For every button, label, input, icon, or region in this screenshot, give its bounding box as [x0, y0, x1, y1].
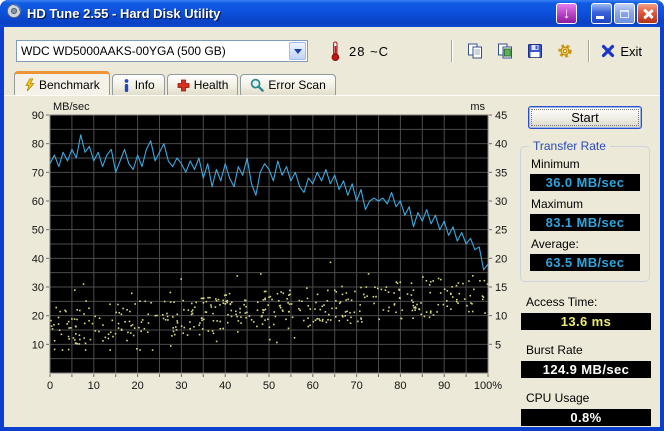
down-arrow-icon: ↓ [562, 5, 571, 22]
copy-icon [468, 43, 483, 59]
temperature-value: 28 ~C [349, 43, 390, 59]
results-panel: Start Transfer Rate Minimum 36.0 MB/sec … [516, 99, 654, 426]
maximum-label: Maximum [531, 197, 584, 211]
tab-info[interactable]: Info [111, 74, 165, 95]
svg-text:90: 90 [32, 110, 44, 122]
cpu-usage-label: CPU Usage [526, 391, 590, 405]
svg-text:0: 0 [47, 380, 53, 392]
svg-text:80: 80 [394, 380, 406, 392]
chevron-down-icon [293, 48, 302, 54]
svg-text:50: 50 [32, 225, 44, 237]
svg-text:90: 90 [438, 380, 450, 392]
save-button[interactable] [523, 39, 547, 63]
svg-text:20: 20 [495, 253, 507, 265]
toolbar-separator [588, 40, 590, 62]
svg-text:70: 70 [32, 167, 44, 179]
svg-text:60: 60 [307, 380, 319, 392]
toolbar: WDC WD5000AAKS-00YGA (500 GB) 28 ~C Exit [4, 27, 660, 69]
svg-text:40: 40 [495, 139, 507, 151]
minimize-icon [596, 16, 604, 19]
tab-health-label: Health [193, 78, 229, 92]
options-gear-icon [558, 44, 573, 58]
svg-text:10: 10 [88, 380, 100, 392]
svg-text:30: 30 [32, 282, 44, 294]
svg-text:20: 20 [32, 311, 44, 323]
svg-text:25: 25 [495, 225, 507, 237]
exit-button[interactable]: Exit [601, 44, 642, 59]
svg-text:10: 10 [32, 339, 44, 351]
download-arrow-button[interactable]: ↓ [556, 3, 577, 24]
tab-error-scan[interactable]: Error Scan [240, 74, 336, 95]
start-button[interactable]: Start [528, 106, 642, 129]
average-value: 63.5 MB/sec [530, 254, 640, 271]
options-button[interactable] [553, 39, 577, 63]
access-time-value: 13.6 ms [521, 313, 651, 330]
exit-label: Exit [620, 43, 642, 59]
maximize-icon [620, 9, 629, 18]
svg-text:100%: 100% [474, 380, 502, 392]
thermometer-icon [331, 41, 340, 61]
titlebar[interactable]: HD Tune 2.55 - Hard Disk Utility ↓ [0, 0, 664, 27]
maximum-value: 83.1 MB/sec [530, 214, 640, 231]
svg-text:45: 45 [495, 110, 507, 122]
svg-text:20: 20 [131, 380, 143, 392]
transfer-rate-group-title: Transfer Rate [529, 139, 610, 153]
svg-text:10: 10 [495, 311, 507, 323]
svg-text:ms: ms [470, 101, 485, 113]
svg-text:40: 40 [219, 380, 231, 392]
svg-text:30: 30 [175, 380, 187, 392]
benchmark-page: MB/sec ms 10 20 30 40 50 60 70 80 90 5 10 15 20 25 30 35 4… [4, 95, 660, 426]
tab-error-scan-label: Error Scan [268, 78, 326, 92]
access-time-label: Access Time: [526, 295, 598, 309]
toolbar-separator [451, 40, 453, 62]
drive-select[interactable]: WDC WD5000AAKS-00YGA (500 GB) [16, 40, 308, 62]
svg-text:30: 30 [495, 196, 507, 208]
drive-select-value: WDC WD5000AAKS-00YGA (500 GB) [21, 44, 226, 58]
health-cross-icon [177, 79, 190, 92]
combo-dropdown-button[interactable] [289, 42, 306, 60]
cpu-usage-value: 0.8% [521, 409, 651, 426]
minimum-value: 36.0 MB/sec [530, 174, 640, 191]
tab-health[interactable]: Health [166, 74, 239, 95]
copy-screenshot-icon [498, 43, 513, 59]
average-label: Average: [531, 237, 579, 251]
close-button[interactable] [637, 3, 658, 24]
tab-benchmark-label: Benchmark [39, 77, 100, 92]
app-icon [6, 3, 22, 24]
maximize-button[interactable] [614, 3, 635, 24]
close-icon [642, 8, 654, 20]
window-title: HD Tune 2.55 - Hard Disk Utility [27, 6, 221, 21]
minimum-label: Minimum [531, 157, 580, 171]
tab-info-label: Info [134, 78, 155, 92]
info-icon [122, 78, 131, 92]
benchmark-chart: MB/sec ms 10 20 30 40 50 60 70 80 90 5 10 15 20 25 30 35 4… [10, 99, 512, 426]
svg-text:15: 15 [495, 282, 507, 294]
svg-text:70: 70 [350, 380, 362, 392]
svg-text:80: 80 [32, 139, 44, 151]
svg-text:50: 50 [263, 380, 275, 392]
copy-button[interactable] [463, 39, 487, 63]
svg-text:5: 5 [495, 339, 501, 351]
svg-text:60: 60 [32, 196, 44, 208]
tab-strip: Benchmark Info Health Error Scan [4, 69, 660, 95]
save-icon [528, 44, 543, 58]
svg-text:40: 40 [32, 253, 44, 265]
svg-text:MB/sec: MB/sec [53, 101, 90, 113]
app-window: HD Tune 2.55 - Hard Disk Utility ↓ WDC W… [0, 0, 664, 431]
tab-benchmark[interactable]: Benchmark [14, 71, 110, 95]
svg-text:35: 35 [495, 167, 507, 179]
burst-rate-label: Burst Rate [526, 343, 583, 357]
error-scan-magnifier-icon [250, 78, 265, 92]
temperature-indicator: 28 ~C [330, 41, 389, 61]
window-body: WDC WD5000AAKS-00YGA (500 GB) 28 ~C Exit… [4, 27, 660, 427]
burst-rate-value: 124.9 MB/sec [521, 361, 651, 378]
minimize-button[interactable] [591, 3, 612, 24]
exit-x-icon [602, 44, 615, 58]
transfer-rate-group: Transfer Rate Minimum 36.0 MB/sec Maximu… [520, 139, 650, 282]
copy-screenshot-button[interactable] [493, 39, 517, 63]
benchmark-lightning-icon [24, 77, 35, 92]
benchmark-plot: MB/sec ms 10 20 30 40 50 60 70 80 90 5 10 15 20 25 30 35 4… [32, 101, 508, 392]
